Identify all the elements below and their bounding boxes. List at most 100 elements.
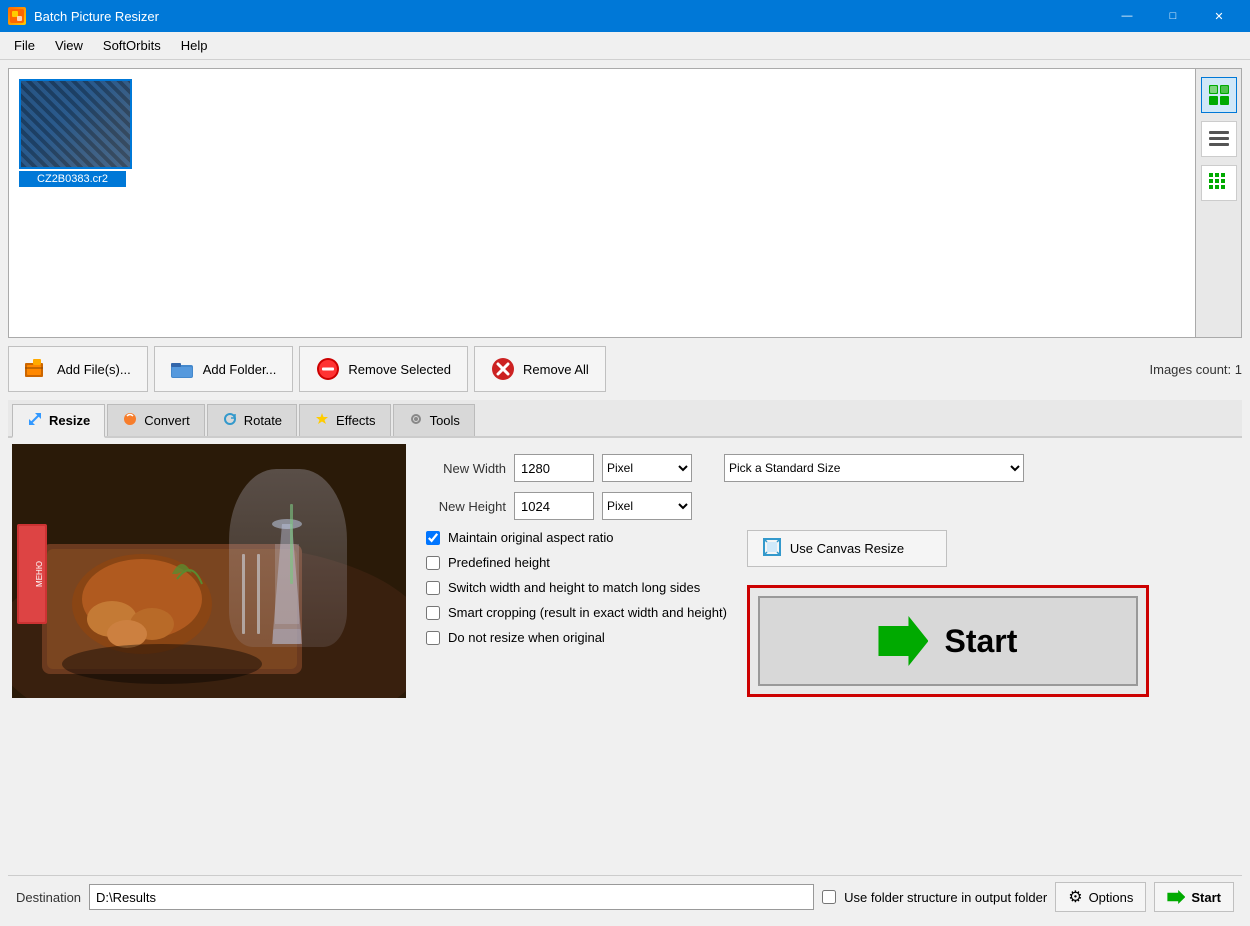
svg-text:МЕНЮ: МЕНЮ: [35, 561, 44, 587]
switch-width-height-row[interactable]: Switch width and height to match long si…: [426, 580, 727, 595]
add-folder-button[interactable]: Add Folder...: [154, 346, 294, 392]
main-content: CZ2B0383.cr2: [0, 60, 1250, 926]
canvas-resize-label: Use Canvas Resize: [790, 541, 904, 556]
tab-panel: Resize Convert Rotate: [8, 400, 1242, 869]
menu-softorbits[interactable]: SoftOrbits: [93, 34, 171, 57]
width-row: New Width Pixel Percent Cm Inch: [426, 454, 692, 482]
tab-content: МЕНЮ New Wi: [8, 444, 1242, 869]
switch-width-height-label: Switch width and height to match long si…: [448, 580, 700, 595]
smart-cropping-row[interactable]: Smart cropping (result in exact width an…: [426, 605, 727, 620]
remove-selected-button[interactable]: Remove Selected: [299, 346, 468, 392]
filename-label: CZ2B0383.cr2: [19, 171, 126, 187]
options-gear-icon: ⚙: [1068, 887, 1082, 907]
add-folder-icon: [171, 357, 195, 381]
remove-all-icon: [491, 357, 515, 381]
switch-width-height-checkbox[interactable]: [426, 581, 440, 595]
options-label: Options: [1089, 890, 1134, 905]
remove-all-label: Remove All: [523, 362, 589, 377]
new-height-label: New Height: [426, 499, 506, 514]
width-input[interactable]: [514, 454, 594, 482]
rotate-tab-icon: [222, 411, 238, 430]
view-thumbnails-button[interactable]: [1201, 77, 1237, 113]
do-not-resize-checkbox[interactable]: [426, 631, 440, 645]
start-arrow-icon: [878, 616, 928, 666]
resize-tab-icon: [27, 411, 43, 430]
new-width-label: New Width: [426, 461, 506, 476]
tab-rotate[interactable]: Rotate: [207, 404, 297, 436]
file-list-area: CZ2B0383.cr2: [8, 68, 1242, 338]
tools-tab-icon: [408, 411, 424, 430]
do-not-resize-row[interactable]: Do not resize when original: [426, 630, 727, 645]
right-col: New Width Pixel Percent Cm Inch Pi: [416, 444, 1238, 869]
add-folder-label: Add Folder...: [203, 362, 277, 377]
maintain-aspect-row[interactable]: Maintain original aspect ratio: [426, 530, 727, 545]
predefined-height-row[interactable]: Predefined height: [426, 555, 727, 570]
width-row-container: New Width Pixel Percent Cm Inch Pi: [426, 454, 1228, 482]
start-small-label: Start: [1191, 890, 1221, 905]
predefined-height-checkbox[interactable]: [426, 556, 440, 570]
start-big-button[interactable]: Start: [758, 596, 1138, 686]
standard-size-select[interactable]: Pick a Standard Size: [724, 454, 1024, 482]
convert-tab-icon: [122, 411, 138, 430]
start-small-button[interactable]: Start: [1154, 882, 1234, 912]
height-unit-select[interactable]: Pixel Percent Cm Inch: [602, 492, 692, 520]
maintain-aspect-checkbox[interactable]: [426, 531, 440, 545]
tab-effects[interactable]: Effects: [299, 404, 391, 436]
canvas-resize-icon: [762, 537, 782, 560]
predefined-height-label: Predefined height: [448, 555, 550, 570]
menu-file[interactable]: File: [4, 34, 45, 57]
minimize-button[interactable]: —: [1104, 0, 1150, 32]
app-title: Batch Picture Resizer: [34, 9, 159, 24]
remove-all-button[interactable]: Remove All: [474, 346, 606, 392]
use-folder-structure-label: Use folder structure in output folder: [844, 890, 1047, 905]
title-bar: Batch Picture Resizer — □ ✕: [0, 0, 1250, 32]
checkboxes-left: Maintain original aspect ratio Predefine…: [426, 530, 727, 645]
maintain-aspect-label: Maintain original aspect ratio: [448, 530, 613, 545]
right-buttons: Use Canvas Resize Start: [747, 530, 1149, 697]
checkboxes-section: Maintain original aspect ratio Predefine…: [426, 530, 1228, 697]
app-icon: [8, 7, 26, 25]
use-folder-structure-row[interactable]: Use folder structure in output folder: [822, 890, 1047, 905]
use-folder-structure-checkbox[interactable]: [822, 890, 836, 904]
start-small-arrow-icon: [1167, 890, 1185, 904]
tab-convert-label: Convert: [144, 413, 190, 428]
destination-label: Destination: [16, 890, 81, 905]
view-list-button[interactable]: [1201, 121, 1237, 157]
preview-panel: МЕНЮ: [12, 444, 406, 869]
menu-help[interactable]: Help: [171, 34, 218, 57]
settings-panel: New Width Pixel Percent Cm Inch Pi: [416, 444, 1238, 869]
add-files-button[interactable]: Add File(s)...: [8, 346, 148, 392]
standard-size-container: Pick a Standard Size: [724, 454, 1024, 482]
tab-row: Resize Convert Rotate: [8, 400, 1242, 438]
effects-tab-icon: [314, 411, 330, 430]
menu-view[interactable]: View: [45, 34, 93, 57]
maximize-button[interactable]: □: [1150, 0, 1196, 32]
options-button[interactable]: ⚙ Options: [1055, 882, 1146, 912]
smart-cropping-label: Smart cropping (result in exact width an…: [448, 605, 727, 620]
smart-cropping-checkbox[interactable]: [426, 606, 440, 620]
menu-bar: File View SoftOrbits Help: [0, 32, 1250, 60]
tab-tools-label: Tools: [430, 413, 460, 428]
height-input[interactable]: [514, 492, 594, 520]
title-bar-controls: — □ ✕: [1104, 0, 1242, 32]
width-unit-select[interactable]: Pixel Percent Cm Inch: [602, 454, 692, 482]
tab-convert[interactable]: Convert: [107, 404, 205, 436]
view-grid-button[interactable]: [1201, 165, 1237, 201]
start-section: Start: [747, 585, 1149, 697]
tab-rotate-label: Rotate: [244, 413, 282, 428]
preview-image: МЕНЮ: [12, 444, 406, 698]
do-not-resize-label: Do not resize when original: [448, 630, 605, 645]
bottom-bar: Destination Use folder structure in outp…: [8, 875, 1242, 918]
side-toolbar: [1195, 69, 1241, 337]
tab-resize[interactable]: Resize: [12, 404, 105, 438]
tab-tools[interactable]: Tools: [393, 404, 475, 436]
destination-input[interactable]: [89, 884, 814, 910]
canvas-resize-button[interactable]: Use Canvas Resize: [747, 530, 947, 567]
tab-resize-label: Resize: [49, 413, 90, 428]
add-files-label: Add File(s)...: [57, 362, 131, 377]
images-count: Images count: 1: [1150, 362, 1243, 377]
start-big-label: Start: [944, 623, 1017, 660]
title-bar-left: Batch Picture Resizer: [8, 7, 159, 25]
close-button[interactable]: ✕: [1196, 0, 1242, 32]
file-thumbnail[interactable]: CZ2B0383.cr2: [15, 75, 130, 191]
